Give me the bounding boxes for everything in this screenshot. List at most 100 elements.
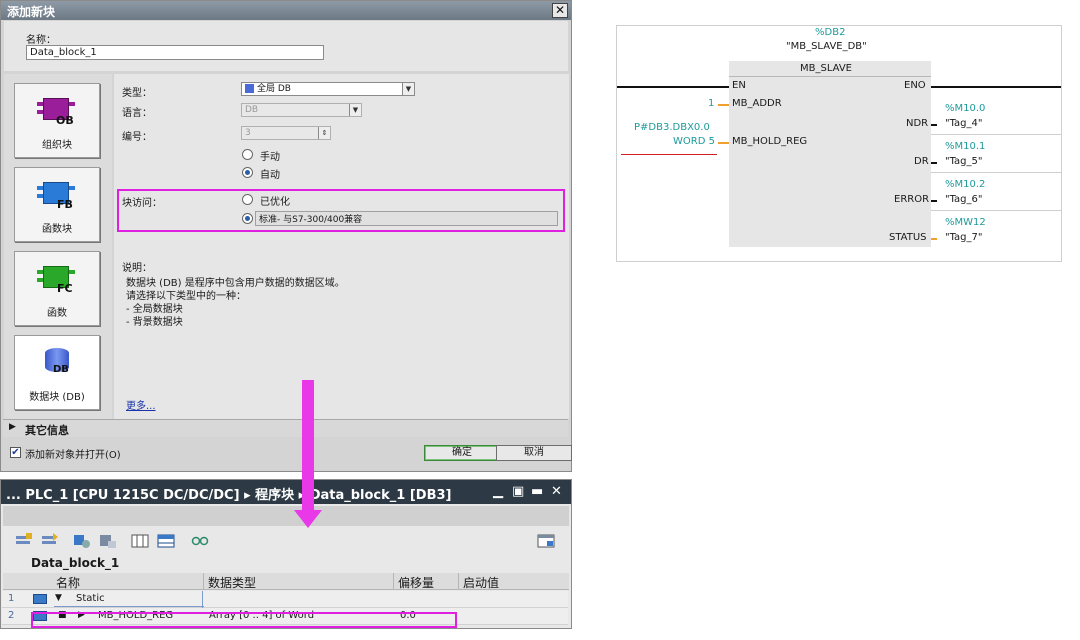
row-number: 2 — [8, 610, 15, 621]
row-number: 1 — [8, 593, 15, 604]
output-wire — [931, 124, 937, 126]
input-value[interactable]: P#DB3.DBX0.0 — [634, 122, 710, 133]
output-address[interactable]: %MW12 — [945, 217, 986, 228]
output-address[interactable]: %M10.1 — [945, 141, 985, 152]
chevron-right-icon[interactable]: ▶ — [9, 422, 16, 432]
auto-radio[interactable] — [242, 167, 253, 178]
dialog-bottom-bar: ✔ 添加新对象并打开(O) 确定 取消 — [3, 440, 572, 466]
column-header-offset[interactable]: 偏移量 — [398, 574, 434, 591]
ok-button[interactable]: 确定 — [424, 445, 500, 461]
pin-eno: ENO — [904, 80, 926, 91]
maximize-icon[interactable]: ▬ — [531, 484, 543, 499]
pin-dr: DR — [914, 156, 929, 167]
block-type-db-button[interactable]: DB 数据块 (DB) — [14, 335, 100, 410]
other-info-label: 其它信息 — [25, 424, 69, 437]
block-type-panel: OB 组织块 FB 函数块 FC 函数 DB 数据块 (DB) — [4, 74, 112, 419]
editor-titlebar: ... PLC_1 [CPU 1215C DC/DC/DC] ▸ 程序块 ▸ D… — [1, 480, 571, 504]
fc-block-icon: FC — [37, 264, 77, 296]
column-header-start-value[interactable]: 启动值 — [463, 574, 499, 591]
instance-db-name[interactable]: "MB_SLAVE_DB" — [786, 41, 867, 52]
manual-radio[interactable] — [242, 149, 253, 160]
standard-radio[interactable] — [242, 213, 253, 224]
block-access-label: 块访问： — [122, 198, 162, 209]
name-label: 名称： — [26, 35, 56, 46]
expand-view-icon[interactable] — [537, 533, 555, 549]
pin-status: STATUS — [889, 232, 927, 243]
chevron-down-icon: ▼ — [349, 104, 361, 116]
insert-row-icon[interactable] — [15, 533, 33, 549]
ob-block-icon: OB — [37, 96, 77, 128]
add-open-label: 添加新对象并打开(O) — [25, 450, 121, 461]
number-value: 3 — [245, 128, 251, 138]
type-select[interactable]: 全局 DB ▼ — [241, 82, 415, 96]
db-cylinder-icon: DB — [43, 344, 75, 378]
power-rail-right — [931, 86, 1061, 88]
block-type-ob-button[interactable]: OB 组织块 — [14, 83, 100, 158]
output-wire — [931, 200, 937, 202]
number-label: 编号： — [122, 132, 152, 143]
breadcrumb: ... PLC_1 [CPU 1215C DC/DC/DC] ▸ 程序块 ▸ D… — [6, 488, 452, 503]
annotation-arrow-head — [294, 510, 322, 528]
cancel-button[interactable]: 取消 — [496, 445, 572, 461]
table-header: 名称 数据类型 偏移量 启动值 — [3, 573, 569, 590]
output-tag[interactable]: "Tag_4" — [945, 118, 983, 129]
monitor-glasses-icon[interactable] — [191, 533, 209, 549]
output-tag[interactable]: "Tag_5" — [945, 156, 983, 167]
block-type-fc-button[interactable]: FC 函数 — [14, 251, 100, 326]
name-input[interactable]: Data_block_1 — [26, 45, 324, 60]
input-wire — [718, 104, 729, 106]
close-icon[interactable]: ✕ — [551, 484, 562, 499]
row-highlight-box — [31, 612, 457, 628]
language-label: 语言： — [122, 108, 152, 119]
add-open-checkbox[interactable]: ✔ — [10, 447, 21, 458]
output-wire — [931, 162, 937, 164]
column-view-icon[interactable] — [131, 533, 149, 549]
table-view-icon[interactable] — [157, 533, 175, 549]
pin-error: ERROR — [894, 194, 930, 205]
optimized-radio[interactable] — [242, 194, 253, 205]
description-line: - 背景数据块 — [126, 317, 183, 328]
input-value[interactable]: 1 — [708, 98, 714, 109]
snapshot-icon[interactable] — [73, 533, 91, 549]
output-address[interactable]: %M10.0 — [945, 103, 985, 114]
close-icon[interactable]: ✕ — [552, 3, 568, 18]
language-select-value: DB — [245, 105, 259, 115]
other-info-section[interactable]: ▶ 其它信息 — [3, 419, 568, 437]
output-tag[interactable]: "Tag_7" — [945, 232, 983, 243]
annotation-arrow-shaft — [302, 380, 314, 512]
row-name[interactable]: Static — [76, 593, 105, 604]
input-value[interactable]: WORD 5 — [673, 136, 715, 147]
chevron-down-icon[interactable]: ▼ — [402, 83, 414, 95]
fb-instruction-box[interactable] — [729, 61, 931, 247]
row-separator — [931, 210, 1061, 211]
db-tag-icon — [33, 594, 47, 604]
copy-values-icon[interactable] — [99, 533, 117, 549]
minimize-icon[interactable]: ▁ — [493, 484, 503, 499]
optimized-label: 已优化 — [260, 197, 290, 208]
more-link[interactable]: 更多... — [126, 397, 156, 412]
add-row-icon[interactable] — [41, 533, 59, 549]
standard-label: 标准- 与S7-300/400兼容 — [259, 215, 363, 225]
row-separator — [931, 134, 1061, 135]
pin-mb-hold-reg: MB_HOLD_REG — [732, 136, 808, 147]
output-tag[interactable]: "Tag_6" — [945, 194, 983, 205]
editor-spacer — [3, 506, 569, 526]
column-header-name[interactable]: 名称 — [56, 574, 80, 591]
block-type-db-label: 数据块 (DB) — [29, 392, 85, 403]
pin-mb-addr: MB_ADDR — [732, 98, 782, 109]
block-type-fc-label: 函数 — [47, 308, 67, 319]
instance-db-address[interactable]: %DB2 — [815, 27, 845, 38]
output-address[interactable]: %M10.2 — [945, 179, 985, 190]
db-small-icon — [245, 84, 254, 93]
block-type-fb-button[interactable]: FB 函数块 — [14, 167, 100, 242]
type-label: 类型： — [122, 88, 152, 99]
column-header-datatype[interactable]: 数据类型 — [208, 574, 256, 591]
fb-block-icon: FB — [37, 180, 77, 212]
restore-icon[interactable]: ▣ — [512, 484, 524, 499]
block-type-ob-label: 组织块 — [42, 140, 72, 151]
add-new-block-dialog: 添加新块 ✕ 名称： Data_block_1 OB 组织块 FB 函数块 FC… — [0, 0, 572, 472]
dialog-titlebar[interactable]: 添加新块 ✕ — [1, 1, 571, 20]
table-row[interactable]: 1 ▼ Static — [2, 591, 568, 608]
expand-chevron-down-icon[interactable]: ▼ — [55, 593, 62, 603]
block-type-fb-label: 函数块 — [42, 224, 72, 235]
